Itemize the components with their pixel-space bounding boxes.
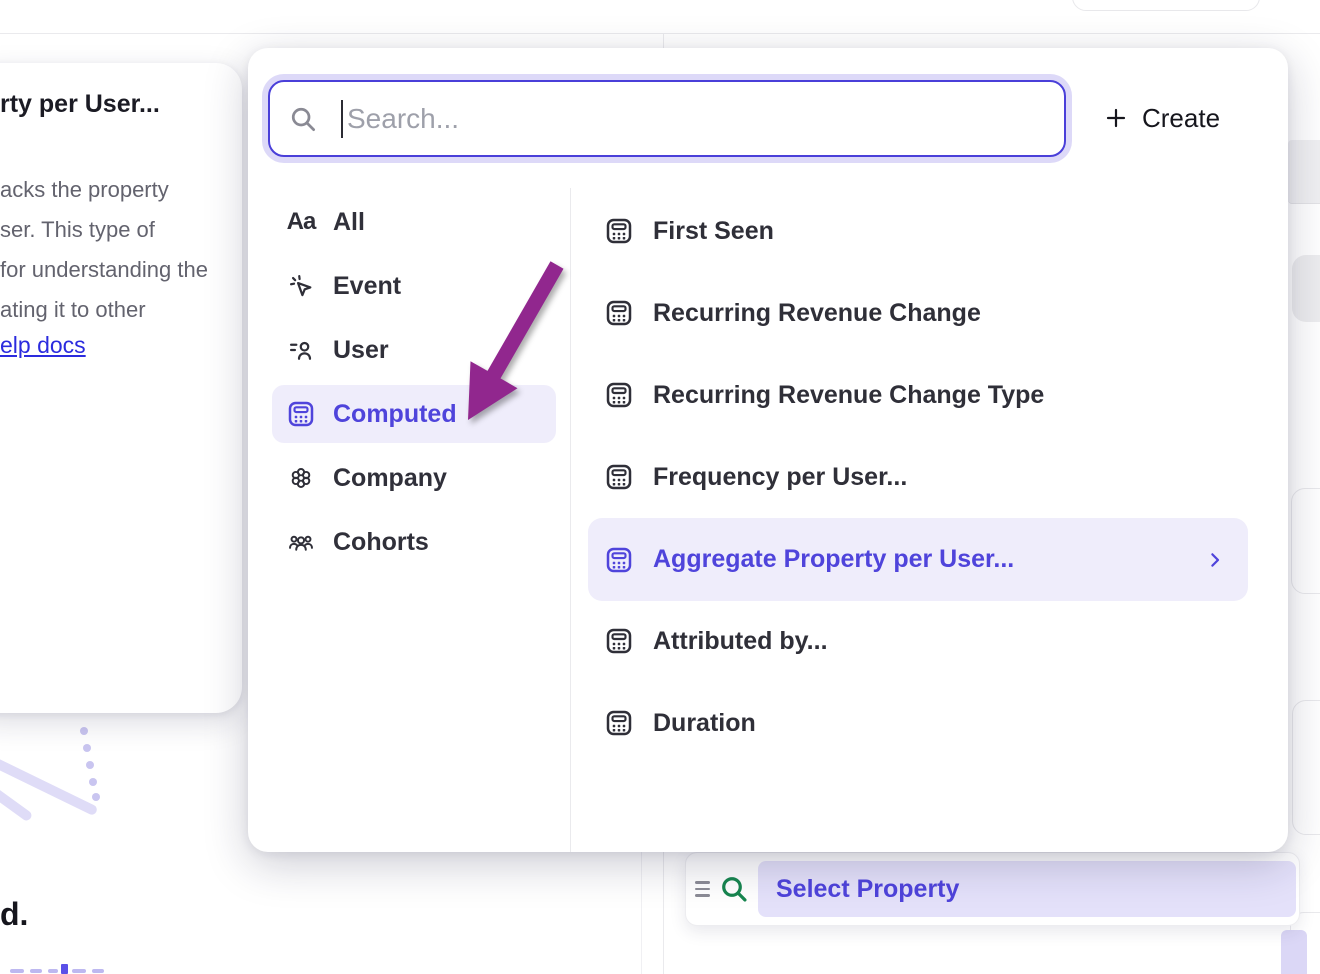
category-tab-all[interactable]: Aa All (272, 200, 556, 244)
decorative-dot (86, 761, 94, 769)
plus-icon (1104, 106, 1128, 130)
search-icon (718, 873, 750, 905)
help-docs-link[interactable]: elp docs (0, 332, 86, 359)
property-item-first-seen[interactable]: First Seen (588, 203, 1248, 259)
property-item-aggregate-property-per-user[interactable]: Aggregate Property per User... (588, 518, 1248, 601)
annotation-arrow (440, 248, 580, 430)
calculator-icon (604, 462, 634, 492)
decorative-dot (83, 744, 91, 752)
category-tab-company[interactable]: Company (272, 456, 556, 500)
calculator-icon (604, 380, 634, 410)
category-label: Event (333, 272, 401, 301)
property-item-recurring-revenue-change-type[interactable]: Recurring Revenue Change Type (588, 367, 1248, 423)
calculator-icon (286, 399, 316, 429)
property-label: Aggregate Property per User... (653, 545, 1014, 574)
cut-off-heading: d. (0, 896, 28, 933)
select-property-label: Select Property (776, 875, 959, 904)
category-label: All (333, 208, 365, 237)
property-label: Recurring Revenue Change Type (653, 381, 1044, 410)
tooltip-title: rty per User... (0, 90, 160, 119)
tooltip-body-line: ating it to other (0, 297, 146, 323)
property-item-attributed-by[interactable]: Attributed by... (588, 613, 1248, 669)
property-item-frequency-per-user[interactable]: Frequency per User... (588, 449, 1248, 505)
select-property-row: Select Property (685, 852, 1300, 926)
select-property-button[interactable]: Select Property (758, 861, 1296, 917)
cut-off-link-text (30, 969, 42, 973)
cut-off-link-text (10, 969, 24, 973)
page-vertical-divider-2 (641, 852, 642, 974)
chevron-right-icon (1206, 551, 1224, 569)
category-label: Computed (333, 400, 457, 429)
property-label: Attributed by... (653, 627, 828, 656)
category-tab-cohorts[interactable]: Cohorts (272, 520, 556, 564)
partial-right-lavender-pill (1281, 930, 1307, 974)
partial-top-right-button[interactable] (1072, 0, 1260, 11)
partial-right-pill (1292, 255, 1320, 322)
tooltip-body-line: acks the property (0, 177, 169, 203)
company-icon (286, 463, 316, 493)
tooltip-body-line: for understanding the (0, 257, 208, 283)
decorative-dot (89, 778, 97, 786)
search-placeholder: Search... (347, 103, 459, 135)
screen: d. rty per User... acks the property ser… (0, 0, 1320, 974)
decorative-line (0, 785, 33, 822)
calculator-icon (604, 216, 634, 246)
calculator-icon (604, 626, 634, 656)
decorative-dot (80, 727, 88, 735)
property-tooltip-card (0, 63, 242, 713)
partial-right-panel (1288, 140, 1320, 204)
search-input[interactable]: Search... (268, 80, 1066, 157)
category-label: User (333, 336, 389, 365)
category-label: Cohorts (333, 528, 429, 557)
page-top-divider (0, 33, 1320, 34)
text-style-icon: Aa (286, 207, 316, 237)
event-cursor-icon (286, 271, 316, 301)
calculator-icon (604, 545, 634, 575)
user-icon (286, 335, 316, 365)
calculator-icon (604, 708, 634, 738)
partial-right-card (1292, 700, 1320, 835)
text-caret (341, 100, 343, 138)
search-icon (288, 104, 318, 134)
partial-right-card (1291, 488, 1320, 594)
cut-off-link-text (72, 969, 86, 973)
property-label: Frequency per User... (653, 463, 907, 492)
property-item-recurring-revenue-change[interactable]: Recurring Revenue Change (588, 285, 1248, 341)
cohorts-icon (286, 527, 316, 557)
calculator-icon (604, 298, 634, 328)
cut-off-link-text (92, 969, 104, 973)
property-label: Recurring Revenue Change (653, 299, 981, 328)
cut-off-link-text (48, 969, 58, 973)
property-label: First Seen (653, 217, 774, 246)
category-label: Company (333, 464, 447, 493)
create-button-label: Create (1142, 103, 1220, 134)
cut-off-link-text (61, 964, 68, 974)
create-button[interactable]: Create (1104, 100, 1220, 136)
drag-handle-icon[interactable] (695, 881, 710, 897)
property-selector-popover: Search... Create Aa All (248, 48, 1288, 852)
decorative-dot (92, 793, 100, 801)
property-item-duration[interactable]: Duration (588, 695, 1248, 751)
property-label: Duration (653, 709, 756, 738)
tooltip-body-line: ser. This type of (0, 217, 155, 243)
